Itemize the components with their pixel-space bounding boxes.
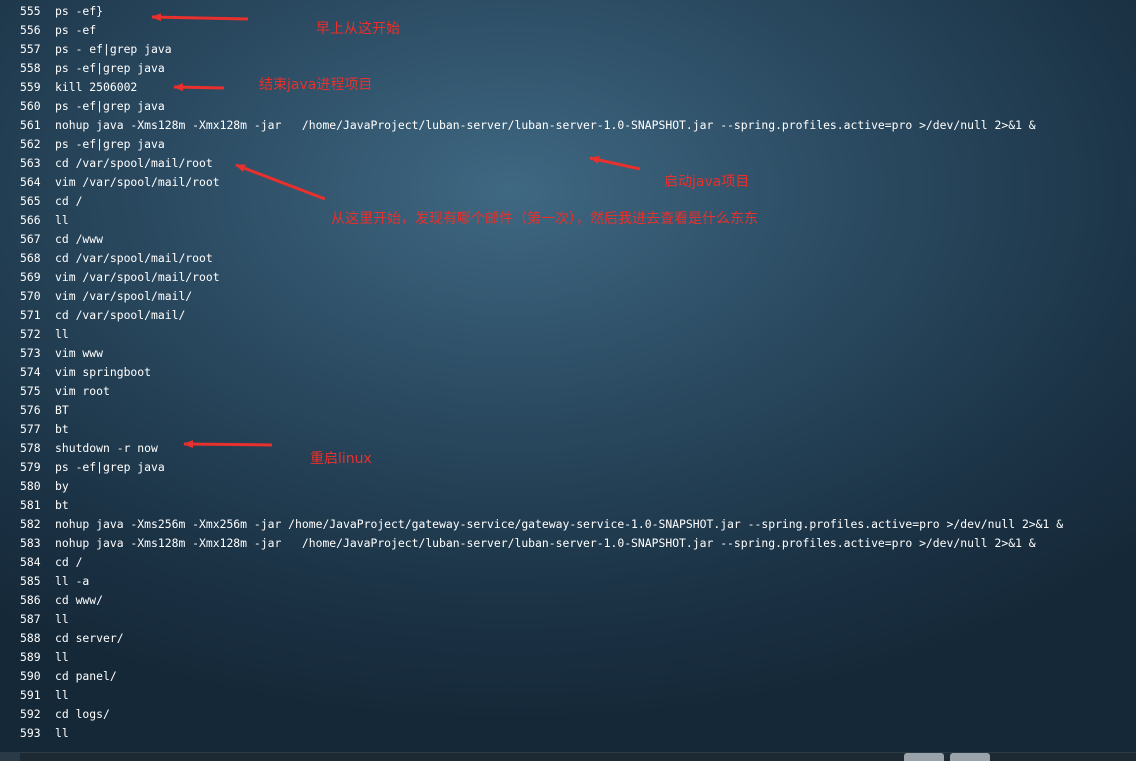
panel-tab-1[interactable] xyxy=(904,753,944,761)
note-reboot: 重启linux xyxy=(310,451,372,467)
arrow-morning-start xyxy=(151,13,249,22)
horizontal-scrollbar[interactable] xyxy=(0,752,1136,761)
panel-tab-2[interactable] xyxy=(950,753,990,761)
note-mail-found: 从这里开始，发现有哪个邮件（第一次），然后我进去查看是什么东东 xyxy=(331,211,758,227)
annotation-arrows xyxy=(151,13,641,449)
arrow-start-java xyxy=(589,156,641,171)
arrow-mail-found xyxy=(235,163,326,201)
arrow-kill-java xyxy=(173,83,225,92)
note-morning-start: 早上从这开始 xyxy=(316,21,400,37)
arrow-reboot xyxy=(183,440,273,449)
note-kill-java: 结束java进程项目 xyxy=(259,77,373,93)
note-start-java: 启动java项目 xyxy=(664,174,750,190)
